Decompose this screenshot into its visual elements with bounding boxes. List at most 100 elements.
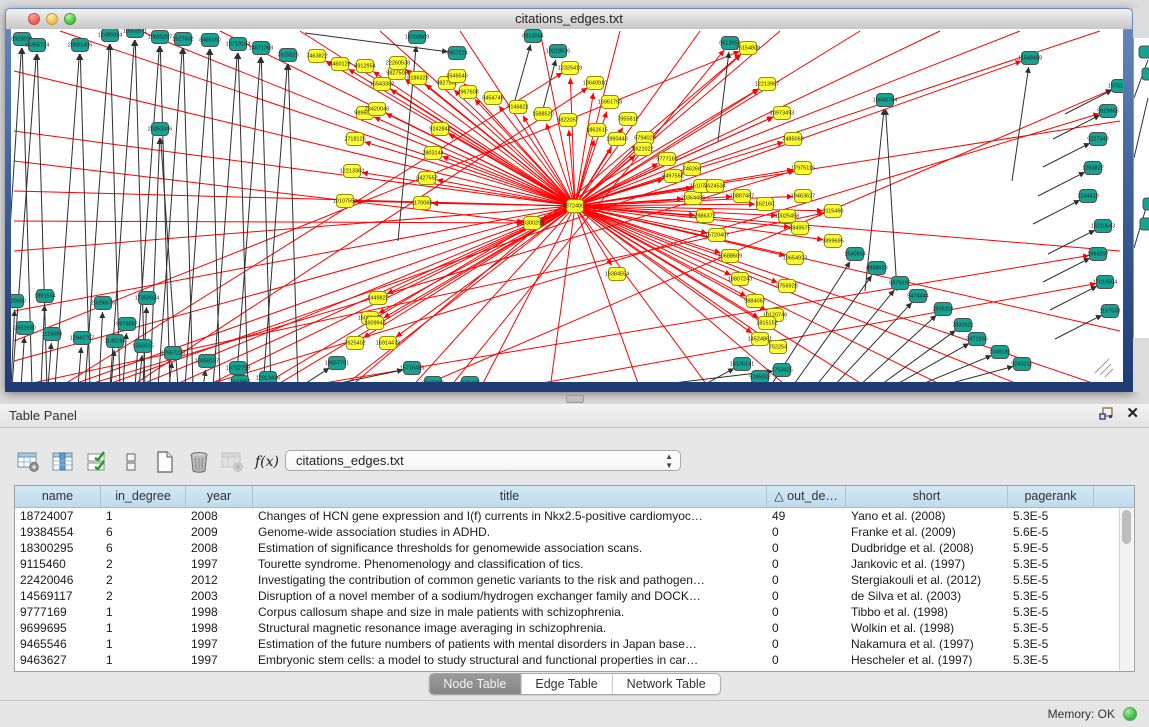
table-cell[interactable]: 1: [101, 636, 186, 652]
tab-node-table[interactable]: Node Table: [429, 674, 521, 694]
table-cell[interactable]: 2: [101, 556, 186, 572]
table-cell[interactable]: 0: [767, 620, 846, 636]
row-selection-icon[interactable]: [84, 449, 110, 475]
column-header-title[interactable]: title: [253, 486, 767, 507]
table-row[interactable]: 1830029562008Estimation of significance …: [15, 540, 1134, 556]
table-cell[interactable]: 1: [101, 508, 186, 524]
table-cell[interactable]: Hescheler et al. (1997): [846, 652, 1008, 668]
table-cell[interactable]: Investigating the contribution of common…: [253, 572, 767, 588]
tab-network-table[interactable]: Network Table: [613, 674, 720, 694]
table-cell[interactable]: Tourette syndrome. Phenomenology and cla…: [253, 556, 767, 572]
table-cell[interactable]: 9463627: [15, 652, 101, 668]
table-cell[interactable]: 2: [101, 572, 186, 588]
table-cell[interactable]: 18300295: [15, 540, 101, 556]
float-window-icon[interactable]: [1098, 406, 1114, 422]
close-icon[interactable]: ✕: [1126, 406, 1139, 422]
new-document-icon[interactable]: [152, 449, 178, 475]
table-cell[interactable]: 0: [767, 572, 846, 588]
table-cell[interactable]: 5.3E-5: [1008, 636, 1094, 652]
table-cell[interactable]: 1: [101, 604, 186, 620]
table-cell[interactable]: Yano et al. (2008): [846, 508, 1008, 524]
table-cell[interactable]: 0: [767, 556, 846, 572]
table-cell[interactable]: 1998: [186, 620, 253, 636]
table-cell[interactable]: Changes of HCN gene expression and I(f) …: [253, 508, 767, 524]
column-header-in_degree[interactable]: in_degree: [101, 486, 186, 507]
network-view-window[interactable]: citations_edges.txt 89250941435572420691…: [5, 8, 1133, 392]
table-cell[interactable]: 6: [101, 524, 186, 540]
table-cell[interactable]: Tibbo et al. (1998): [846, 604, 1008, 620]
table-row[interactable]: 946554611997Estimation of the future num…: [15, 636, 1134, 652]
table-cell[interactable]: 2003: [186, 588, 253, 604]
table-cell[interactable]: 1997: [186, 556, 253, 572]
window-resize-handle[interactable]: [1105, 369, 1113, 377]
table-cell[interactable]: 5.3E-5: [1008, 620, 1094, 636]
node-table[interactable]: namein_degreeyeartitle△ out_de…shortpage…: [14, 485, 1135, 672]
table-cell[interactable]: Corpus callosum shape and size in male p…: [253, 604, 767, 620]
table-cell[interactable]: Stergiakouli et al. (2012): [846, 572, 1008, 588]
table-cell[interactable]: Jankovic et al. (1997): [846, 556, 1008, 572]
table-cell[interactable]: Estimation of significance thresholds fo…: [253, 540, 767, 556]
table-cell[interactable]: 5.6E-5: [1008, 524, 1094, 540]
table-row[interactable]: 946362711997Embryonic stem cells: a mode…: [15, 652, 1134, 668]
table-cell[interactable]: 5.5E-5: [1008, 572, 1094, 588]
table-cell[interactable]: Estimation of the future numbers of pati…: [253, 636, 767, 652]
table-cell[interactable]: 9115460: [15, 556, 101, 572]
column-header-out_de[interactable]: △ out_de…: [767, 486, 846, 507]
column-header-pagerank[interactable]: pagerank: [1008, 486, 1094, 507]
table-cell[interactable]: 22420046: [15, 572, 101, 588]
table-cell[interactable]: 2: [101, 588, 186, 604]
table-cell[interactable]: 0: [767, 524, 846, 540]
table-scrollbar[interactable]: [1119, 508, 1133, 671]
table-cell[interactable]: Nakamura et al. (1997): [846, 636, 1008, 652]
network-canvas[interactable]: 8925094143557242069140612485914105528711…: [11, 29, 1123, 382]
memory-status-indicator[interactable]: [1123, 707, 1137, 721]
table-row[interactable]: 911546021997Tourette syndrome. Phenomeno…: [15, 556, 1134, 572]
table-cell[interactable]: 9465546: [15, 636, 101, 652]
table-cell[interactable]: 49: [767, 508, 846, 524]
table-row[interactable]: 969969511998Structural magnetic resonanc…: [15, 620, 1134, 636]
table-cell[interactable]: Wolkin et al. (1998): [846, 620, 1008, 636]
table-row[interactable]: 2242004622012Investigating the contribut…: [15, 572, 1134, 588]
column-header-name[interactable]: name: [15, 486, 101, 507]
table-cell[interactable]: 9699695: [15, 620, 101, 636]
table-cell[interactable]: Structural magnetic resonance image aver…: [253, 620, 767, 636]
table-cell[interactable]: 5.3E-5: [1008, 556, 1094, 572]
table-cell[interactable]: 2012: [186, 572, 253, 588]
table-cell[interactable]: Franke et al. (2009): [846, 524, 1008, 540]
table-row[interactable]: 1938455462009Genome-wide association stu…: [15, 524, 1134, 540]
column-header-short[interactable]: short: [846, 486, 1008, 507]
citation-network-graph[interactable]: 8925094143557242069140612485914105528711…: [11, 29, 1123, 382]
table-cell[interactable]: 5.3E-5: [1008, 604, 1094, 620]
table-cell[interactable]: 0: [767, 540, 846, 556]
table-cell[interactable]: 0: [767, 588, 846, 604]
table-row[interactable]: 1872400712008Changes of HCN gene express…: [15, 508, 1134, 524]
table-cell[interactable]: 5.3E-5: [1008, 652, 1094, 668]
tab-edge-table[interactable]: Edge Table: [521, 674, 612, 694]
table-cell[interactable]: 1997: [186, 652, 253, 668]
table-cell[interactable]: de Silva et al. (2003): [846, 588, 1008, 604]
table-cell[interactable]: Dudbridge et al. (2008): [846, 540, 1008, 556]
table-cell[interactable]: 1: [101, 620, 186, 636]
network-window-titlebar[interactable]: citations_edges.txt: [6, 9, 1132, 30]
column-visibility-icon[interactable]: [50, 449, 76, 475]
table-cell[interactable]: 19384554: [15, 524, 101, 540]
table-cell[interactable]: 14569117: [15, 588, 101, 604]
table-cell[interactable]: 6: [101, 540, 186, 556]
function-builder-icon[interactable]: f(x): [254, 449, 280, 475]
table-cell[interactable]: 2008: [186, 508, 253, 524]
table-cell[interactable]: Disruption of a novel member of a sodium…: [253, 588, 767, 604]
table-cell[interactable]: 2008: [186, 540, 253, 556]
table-cell[interactable]: 1998: [186, 604, 253, 620]
window-resize-handle[interactable]: [1095, 359, 1109, 373]
table-cell[interactable]: 2009: [186, 524, 253, 540]
table-cell[interactable]: 18724007: [15, 508, 101, 524]
table-cell[interactable]: 1: [101, 652, 186, 668]
table-cell[interactable]: 5.9E-5: [1008, 540, 1094, 556]
table-cell[interactable]: Embryonic stem cells: a model to study s…: [253, 652, 767, 668]
network-table-select[interactable]: citations_edges.txt ▲▼: [285, 450, 681, 471]
table-row[interactable]: 977716911998Corpus callosum shape and si…: [15, 604, 1134, 620]
table-cell[interactable]: Genome-wide association studies in ADHD.: [253, 524, 767, 540]
table-cell[interactable]: 0: [767, 652, 846, 668]
table-cell[interactable]: 5.3E-5: [1008, 508, 1094, 524]
table-cell[interactable]: 9777169: [15, 604, 101, 620]
